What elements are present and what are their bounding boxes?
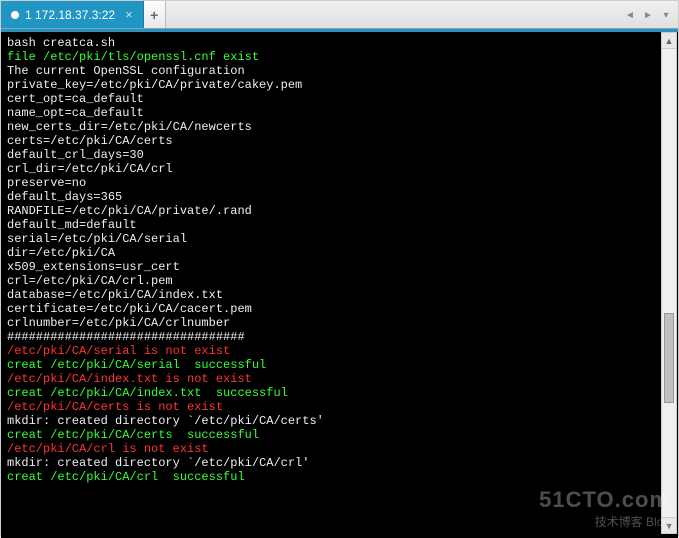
tab-label: 1 172.18.37.3:22 [25,8,115,22]
terminal-line: dir=/etc/pki/CA [7,246,672,260]
terminal-line: crl_dir=/etc/pki/CA/crl [7,162,672,176]
terminal-line: The current OpenSSL configuration [7,64,672,78]
terminal-line: default_crl_days=30 [7,148,672,162]
terminal-line: x509_extensions=usr_cert [7,260,672,274]
terminal-output[interactable]: bash creatca.shfile /etc/pki/tls/openssl… [1,32,678,538]
terminal-line: default_days=365 [7,190,672,204]
terminal-line: database=/etc/pki/CA/index.txt [7,288,672,302]
scrollbar[interactable]: ▲ ▼ [661,32,677,534]
next-tab-icon[interactable]: ► [640,6,656,24]
tab-bar: 1 172.18.37.3:22 × + ◄ ► ▾ [1,1,678,29]
tab-nav-controls: ◄ ► ▾ [622,1,674,29]
terminal-line: cert_opt=ca_default [7,92,672,106]
terminal-line: RANDFILE=/etc/pki/CA/private/.rand [7,204,672,218]
terminal-line: certs=/etc/pki/CA/certs [7,134,672,148]
terminal-line: preserve=no [7,176,672,190]
terminal-line: private_key=/etc/pki/CA/private/cakey.pe… [7,78,672,92]
terminal-line: /etc/pki/CA/index.txt is not exist [7,372,672,386]
terminal-line: certificate=/etc/pki/CA/cacert.pem [7,302,672,316]
scroll-down-icon[interactable]: ▼ [662,517,676,533]
terminal-line: serial=/etc/pki/CA/serial [7,232,672,246]
terminal-line: ################################# [7,330,672,344]
close-tab-icon[interactable]: × [125,7,133,22]
terminal-line: creat /etc/pki/CA/crl successful [7,470,672,484]
add-tab-button[interactable]: + [144,1,166,28]
terminal-line: file /etc/pki/tls/openssl.cnf exist [7,50,672,64]
terminal-line: name_opt=ca_default [7,106,672,120]
tab-status-icon [11,11,19,19]
scroll-up-icon[interactable]: ▲ [662,33,676,49]
terminal-line: creat /etc/pki/CA/certs successful [7,428,672,442]
terminal-line: crlnumber=/etc/pki/CA/crlnumber [7,316,672,330]
terminal-line: default_md=default [7,218,672,232]
terminal-line: mkdir: created directory `/etc/pki/CA/cr… [7,456,672,470]
prev-tab-icon[interactable]: ◄ [622,6,638,24]
tab-menu-icon[interactable]: ▾ [658,6,674,24]
terminal-line: /etc/pki/CA/crl is not exist [7,442,672,456]
terminal-line: /etc/pki/CA/serial is not exist [7,344,672,358]
terminal-line: crl=/etc/pki/CA/crl.pem [7,274,672,288]
terminal-line: mkdir: created directory `/etc/pki/CA/ce… [7,414,672,428]
terminal-line: new_certs_dir=/etc/pki/CA/newcerts [7,120,672,134]
terminal-line: /etc/pki/CA/certs is not exist [7,400,672,414]
terminal-line: creat /etc/pki/CA/serial successful [7,358,672,372]
active-tab[interactable]: 1 172.18.37.3:22 × [1,1,144,28]
terminal-line: bash creatca.sh [7,36,672,50]
scroll-thumb[interactable] [664,313,674,403]
terminal-line: creat /etc/pki/CA/index.txt successful [7,386,672,400]
